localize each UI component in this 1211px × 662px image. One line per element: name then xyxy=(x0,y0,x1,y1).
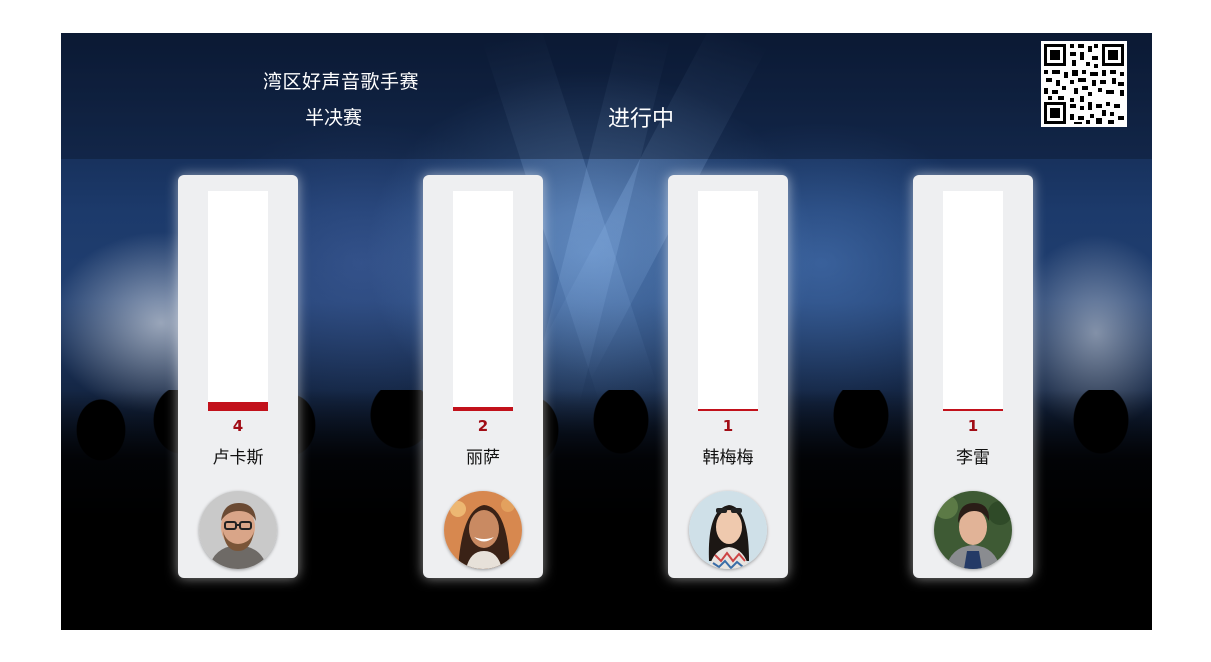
woman-sunglasses-avatar xyxy=(689,491,767,569)
event-status: 进行中 xyxy=(607,107,674,132)
vote-count: 1 xyxy=(967,417,979,435)
event-title: 湾区好声音歌手赛 xyxy=(262,71,419,93)
contestant-card[interactable]: 4 卢卡斯 xyxy=(178,175,298,578)
vote-bar xyxy=(943,191,1003,411)
vote-bar-fill xyxy=(698,409,758,411)
young-man-avatar xyxy=(934,491,1012,569)
qr-code-icon[interactable] xyxy=(1041,41,1127,127)
contestant-name: 韩梅梅 xyxy=(702,448,754,468)
vote-bar-fill xyxy=(943,409,1003,411)
vote-bar xyxy=(453,191,513,411)
contestant-card[interactable]: 1 韩梅梅 xyxy=(668,175,788,578)
vote-bar xyxy=(698,191,758,411)
vote-count: 1 xyxy=(722,417,734,435)
contestant-card[interactable]: 2 丽萨 xyxy=(423,175,543,578)
contestant-name: 李雷 xyxy=(956,448,990,468)
contestant-name: 卢卡斯 xyxy=(212,448,264,468)
header-band xyxy=(61,33,1152,159)
vote-bar xyxy=(208,191,268,411)
vote-bar-fill xyxy=(208,402,268,411)
vote-count: 4 xyxy=(232,417,244,435)
man-glasses-avatar xyxy=(199,491,277,569)
woman-smiling-avatar xyxy=(444,491,522,569)
contestant-card[interactable]: 1 李雷 xyxy=(913,175,1033,578)
event-stage-label: 半决赛 xyxy=(304,107,362,129)
vote-count: 2 xyxy=(477,417,489,435)
concert-background: 湾区好声音歌手赛 半决赛 进行中 4 卢卡斯 2 丽萨 1 韩梅梅 1 李雷 xyxy=(61,33,1152,630)
vote-bar-fill xyxy=(453,407,513,411)
contestant-name: 丽萨 xyxy=(466,448,500,468)
